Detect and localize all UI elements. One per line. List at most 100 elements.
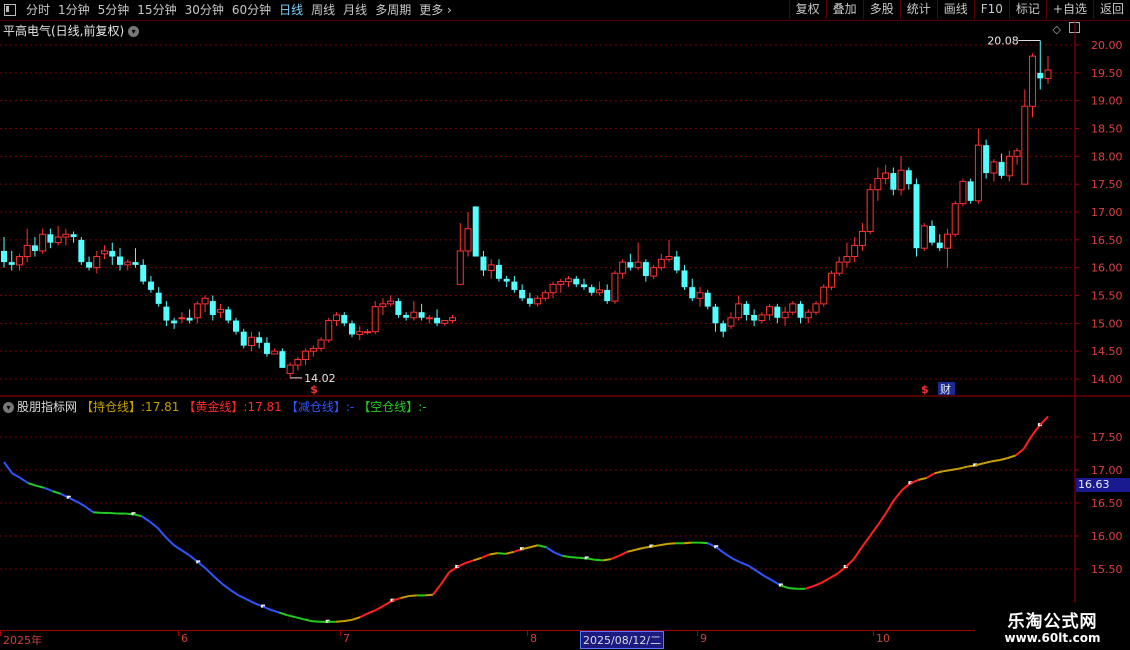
candle-body bbox=[256, 337, 263, 343]
ind-segment-128 bbox=[1031, 424, 1041, 437]
ind-segment-35 bbox=[278, 611, 288, 617]
panel-toggle-icon[interactable] bbox=[1069, 22, 1080, 33]
toolbar-button-6[interactable]: 标记 bbox=[1008, 0, 1046, 19]
ind-segment-19 bbox=[149, 520, 159, 529]
ind-segment-67 bbox=[537, 544, 547, 549]
ind-segment-83 bbox=[667, 542, 676, 545]
candle-body bbox=[341, 314, 348, 324]
date-tick-5 bbox=[873, 631, 874, 636]
price-tick-label-12: 14.00 bbox=[1091, 373, 1123, 386]
ind-marker-48 bbox=[390, 598, 395, 602]
candle-body bbox=[124, 261, 132, 266]
indicator-chevron-icon[interactable]: ▾ bbox=[3, 402, 14, 413]
candle-body bbox=[943, 233, 951, 249]
ind-segment-5 bbox=[36, 484, 45, 489]
candle-body bbox=[247, 336, 255, 347]
candle-58 bbox=[449, 314, 457, 324]
candle-body bbox=[449, 317, 457, 322]
toolbar-button-1[interactable]: 叠加 bbox=[825, 0, 863, 19]
window-icon[interactable] bbox=[4, 4, 16, 16]
price-tick-label-0: 20.00 bbox=[1091, 39, 1123, 52]
price-tick-label-7: 16.50 bbox=[1091, 234, 1123, 247]
period-7[interactable]: 周线 bbox=[307, 1, 339, 20]
indicator-current-value: 16.63 bbox=[1076, 478, 1130, 492]
ind-segment-107 bbox=[861, 535, 871, 548]
candle-body bbox=[240, 331, 247, 346]
ind-segment-46 bbox=[367, 608, 377, 615]
price-chart[interactable]: 20.00 19.50 19.00 18.50 18.00 17.50 17.00 16.50… bbox=[0, 0, 1130, 650]
period-3[interactable]: 15分钟 bbox=[133, 1, 180, 20]
candle-body bbox=[611, 272, 619, 302]
candle-57 bbox=[441, 320, 449, 327]
toolbar-button-2[interactable]: 多股 bbox=[862, 0, 900, 19]
indicator-name: 股朋指标网 bbox=[17, 400, 78, 414]
period-6[interactable]: 日线 bbox=[275, 1, 307, 20]
toolbar-button-7[interactable]: +自选 bbox=[1045, 0, 1093, 19]
ind-segment-7 bbox=[52, 490, 61, 495]
candle-17 bbox=[132, 248, 139, 268]
candle-body bbox=[425, 317, 433, 320]
ind-segment-47 bbox=[375, 604, 385, 611]
ind-segment-1 bbox=[3, 461, 13, 474]
toolbar-button-0[interactable]: 复权 bbox=[788, 0, 826, 19]
ind-segment-102 bbox=[820, 577, 830, 584]
candle-71 bbox=[549, 281, 557, 299]
diamond-icon[interactable]: ◇ bbox=[1053, 23, 1061, 36]
ind-segment-98 bbox=[788, 587, 798, 590]
ind-segment-75 bbox=[602, 558, 612, 562]
candle-body bbox=[998, 161, 1005, 176]
period-toolbar: 分时 1分钟 5分钟 15分钟 30分钟 60分钟 日线 周线 月线 多周期 更多 › 复权 叠加 多股… bbox=[0, 0, 1130, 21]
toolbar-button-8[interactable]: 返回 bbox=[1092, 0, 1130, 19]
right-toolbar: 复权 叠加 多股 统计 画线 F10 标记 +自选 返回 bbox=[788, 0, 1130, 20]
ind-segment-124 bbox=[999, 457, 1008, 462]
ind-segment-87 bbox=[699, 541, 709, 545]
ind-segment-51 bbox=[408, 594, 417, 598]
candle-body bbox=[657, 258, 665, 269]
candle-52 bbox=[403, 312, 410, 321]
candle-93 bbox=[720, 320, 727, 338]
period-0[interactable]: 分时 bbox=[22, 1, 54, 20]
candle-44 bbox=[341, 312, 348, 327]
toolbar-button-3[interactable]: 统计 bbox=[899, 0, 937, 19]
ind-segment-88 bbox=[707, 542, 717, 549]
period-8[interactable]: 月线 bbox=[339, 1, 371, 20]
candle-47 bbox=[363, 328, 371, 335]
candle-61 bbox=[472, 206, 479, 257]
ind-segment-55 bbox=[440, 571, 450, 585]
candle-35 bbox=[271, 348, 279, 355]
candle-body bbox=[882, 172, 890, 180]
ind-segment-6 bbox=[44, 486, 53, 493]
period-9[interactable]: 多周期 bbox=[371, 1, 415, 20]
candle-83 bbox=[642, 259, 649, 282]
period-10[interactable]: 更多 › bbox=[415, 1, 456, 20]
candle-body bbox=[866, 189, 874, 232]
candle-36 bbox=[279, 348, 286, 368]
period-4[interactable]: 30分钟 bbox=[181, 1, 228, 20]
date-tick-0 bbox=[0, 631, 1, 636]
candle-body bbox=[774, 306, 781, 318]
toolbar-button-4[interactable]: 画线 bbox=[936, 0, 974, 19]
candle-body bbox=[371, 306, 379, 333]
price-tick-label-2: 19.00 bbox=[1091, 95, 1123, 108]
ind-marker-72 bbox=[584, 556, 589, 560]
toolbar-button-5[interactable]: F10 bbox=[973, 0, 1009, 19]
ind-segment-127 bbox=[1022, 435, 1033, 450]
period-5[interactable]: 60分钟 bbox=[228, 1, 275, 20]
ind-segment-73 bbox=[586, 557, 595, 561]
period-2[interactable]: 5分钟 bbox=[94, 1, 134, 20]
candle-129 bbox=[998, 153, 1005, 179]
ind-segment-82 bbox=[659, 542, 668, 547]
candle-body bbox=[704, 292, 711, 307]
chevron-down-icon[interactable]: ▾ bbox=[128, 26, 140, 37]
candle-body bbox=[325, 320, 333, 341]
ind-segment-11 bbox=[84, 505, 94, 514]
candle-20 bbox=[155, 287, 162, 307]
candle-body bbox=[1037, 72, 1044, 79]
candle-body bbox=[356, 331, 364, 335]
period-1[interactable]: 1分钟 bbox=[54, 1, 94, 20]
candle-48 bbox=[371, 301, 379, 335]
candle-43 bbox=[333, 312, 341, 327]
date-label-5: 10 bbox=[876, 632, 890, 645]
candle-75 bbox=[581, 278, 587, 290]
ind-segment-48 bbox=[383, 599, 393, 607]
